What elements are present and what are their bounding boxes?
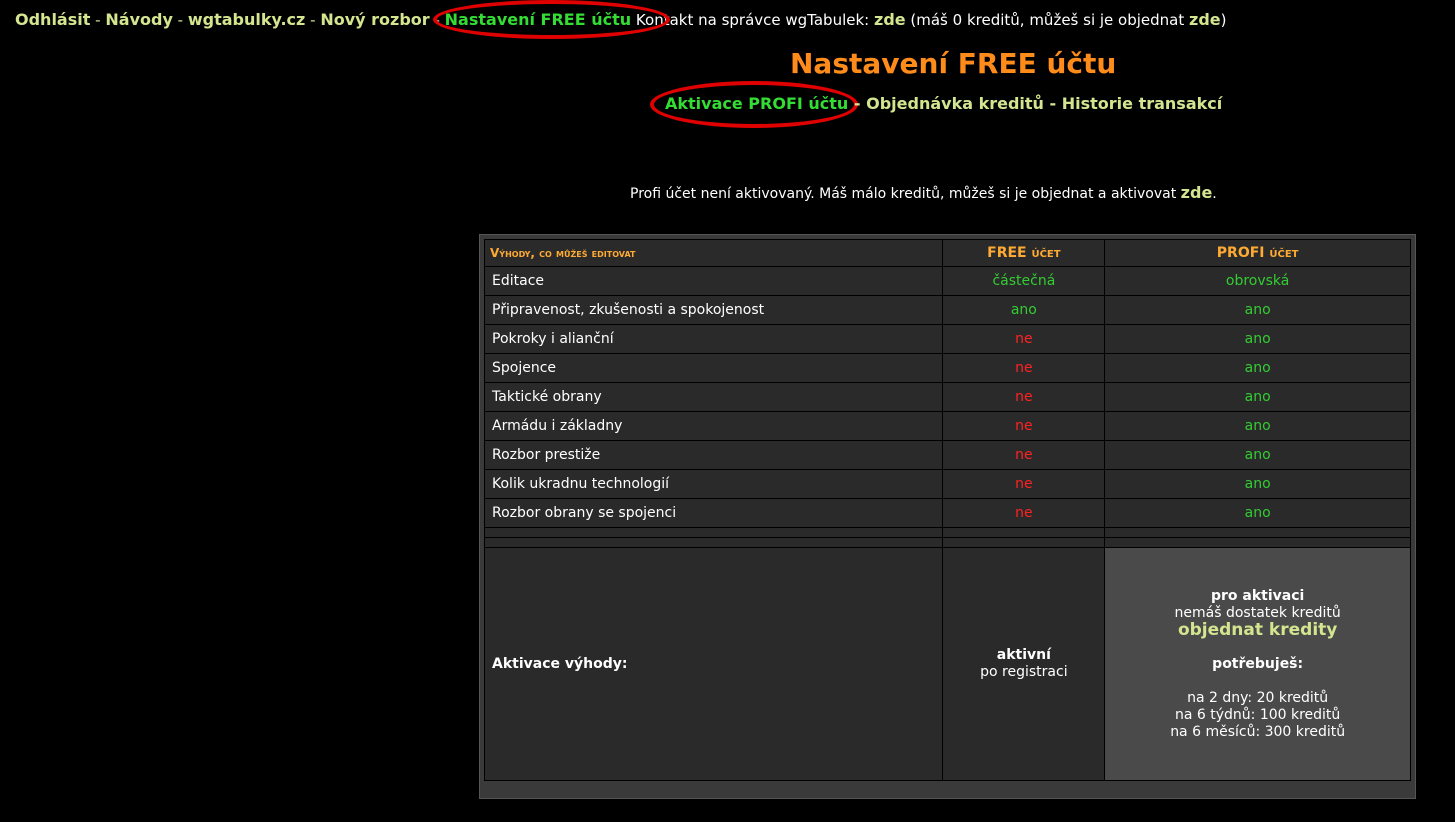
nav-separator: - — [434, 11, 440, 29]
row-label: Rozbor prestiže — [483, 440, 944, 470]
notice-end: . — [1212, 186, 1217, 202]
credits-close: ) — [1220, 11, 1227, 29]
profi-value: ano — [1104, 498, 1411, 528]
comparison-table: Výhody, co můžeš editovat FREE účet PROF… — [483, 239, 1411, 781]
row-label: Editace — [483, 266, 944, 296]
order-credits-top-link[interactable]: zde — [1189, 10, 1221, 29]
sub-navigation: Aktivace PROFI účtu - Objednávka kreditů… — [665, 94, 1222, 113]
subnav-separator: - — [853, 94, 861, 113]
table-row: Kolik ukradnu technologií ne ano — [483, 469, 1411, 499]
table-row: Rozbor prestiže ne ano — [483, 440, 1411, 470]
table-row: Editace částečná obrovská — [483, 266, 1411, 296]
profi-heading: pro aktivaci — [1210, 587, 1305, 604]
row-label: Připravenost, zkušenosti a spokojenost — [483, 295, 944, 325]
header-benefits: Výhody, co můžeš editovat — [483, 239, 944, 267]
row-label: Armádu i základny — [483, 411, 944, 441]
profi-value: ano — [1104, 469, 1411, 499]
order-credits-link[interactable]: Objednávka kreditů — [866, 94, 1044, 113]
spacer-row — [483, 537, 1411, 548]
activation-label: Aktivace výhody: — [483, 547, 944, 781]
free-value: ano — [942, 295, 1106, 325]
activation-row: Aktivace výhody: aktivní po registraci p… — [483, 547, 1411, 781]
row-label: Taktické obrany — [483, 382, 944, 412]
table-header-row: Výhody, co můžeš editovat FREE účet PROF… — [483, 239, 1411, 267]
logout-link[interactable]: Odhlásit — [15, 10, 90, 29]
row-label: Pokroky i alianční — [483, 324, 944, 354]
profi-value: ano — [1104, 411, 1411, 441]
price-item: na 6 týdnů: 100 kreditů — [1174, 706, 1341, 723]
table-row: Připravenost, zkušenosti a spokojenost a… — [483, 295, 1411, 325]
profi-activation-cell: pro aktivaci nemáš dostatek kreditů obje… — [1104, 547, 1411, 781]
free-value: ne — [942, 469, 1106, 499]
table-row: Pokroky i alianční ne ano — [483, 324, 1411, 354]
free-activation-cell: aktivní po registraci — [942, 547, 1106, 781]
row-label: Kolik ukradnu technologií — [483, 469, 944, 499]
spacer-cell — [942, 537, 1106, 548]
free-account-settings-link[interactable]: Nastavení FREE účtu — [445, 10, 631, 29]
activate-profi-link[interactable]: Aktivace PROFI účtu — [665, 94, 848, 113]
spacer-cell — [1104, 527, 1411, 538]
subnav-separator: - — [1049, 94, 1057, 113]
row-label: Spojence — [483, 353, 944, 383]
nav-separator: - — [95, 11, 101, 29]
site-link[interactable]: wgtabulky.cz — [188, 10, 305, 29]
profi-need: potřebuješ: — [1212, 655, 1304, 672]
guides-link[interactable]: Návody — [105, 10, 173, 29]
profi-value: obrovská — [1104, 266, 1411, 296]
profi-value: ano — [1104, 382, 1411, 412]
profi-value: ano — [1104, 324, 1411, 354]
contact-text: Kontakt na správce wgTabulek: — [635, 11, 870, 29]
table-row: Armádu i základny ne ano — [483, 411, 1411, 441]
new-analysis-link[interactable]: Nový rozbor — [320, 10, 429, 29]
header-free: FREE účet — [942, 239, 1106, 267]
free-value: ne — [942, 324, 1106, 354]
comparison-panel: Výhody, co můžeš editovat FREE účet PROF… — [479, 234, 1416, 799]
nav-separator: - — [177, 11, 184, 29]
free-value: ne — [942, 353, 1106, 383]
spacer-row — [483, 527, 1411, 538]
profi-notice: Profi účet není aktivovaný. Máš málo kre… — [630, 183, 1217, 202]
profi-value: ano — [1104, 440, 1411, 470]
profi-insufficient: nemáš dostatek kreditů — [1174, 604, 1341, 621]
credits-text: (máš 0 kreditů, můžeš si je objednat — [910, 11, 1185, 29]
free-value: ne — [942, 411, 1106, 441]
free-value: ne — [942, 382, 1106, 412]
price-item: na 6 měsíců: 300 kreditů — [1170, 723, 1346, 740]
spacer-cell — [483, 527, 944, 538]
spacer-cell — [483, 537, 944, 548]
free-value: ne — [942, 498, 1106, 528]
row-label: Rozbor obrany se spojenci — [483, 498, 944, 528]
spacer-cell — [1104, 537, 1411, 548]
transaction-history-link[interactable]: Historie transakcí — [1062, 94, 1223, 113]
order-credits-button[interactable]: objednat kredity — [1112, 621, 1403, 639]
free-note: po registraci — [980, 664, 1068, 680]
notice-order-link[interactable]: zde — [1181, 183, 1213, 202]
page-title: Nastavení FREE účtu — [790, 47, 1117, 80]
contact-link[interactable]: zde — [874, 10, 906, 29]
table-row: Spojence ne ano — [483, 353, 1411, 383]
table-row: Taktické obrany ne ano — [483, 382, 1411, 412]
free-value: ne — [942, 440, 1106, 470]
nav-separator: - — [310, 11, 316, 29]
profi-value: ano — [1104, 353, 1411, 383]
top-navigation: Odhlásit - Návody - wgtabulky.cz - Nový … — [15, 10, 1227, 29]
free-value: částečná — [942, 266, 1106, 296]
notice-text: Profi účet není aktivovaný. Máš málo kre… — [630, 186, 1177, 202]
table-row: Rozbor obrany se spojenci ne ano — [483, 498, 1411, 528]
price-item: na 2 dny: 20 kreditů — [1187, 689, 1329, 706]
header-profi: PROFI účet — [1104, 239, 1411, 267]
free-status: aktivní — [996, 647, 1051, 663]
profi-value: ano — [1104, 295, 1411, 325]
spacer-cell — [942, 527, 1106, 538]
